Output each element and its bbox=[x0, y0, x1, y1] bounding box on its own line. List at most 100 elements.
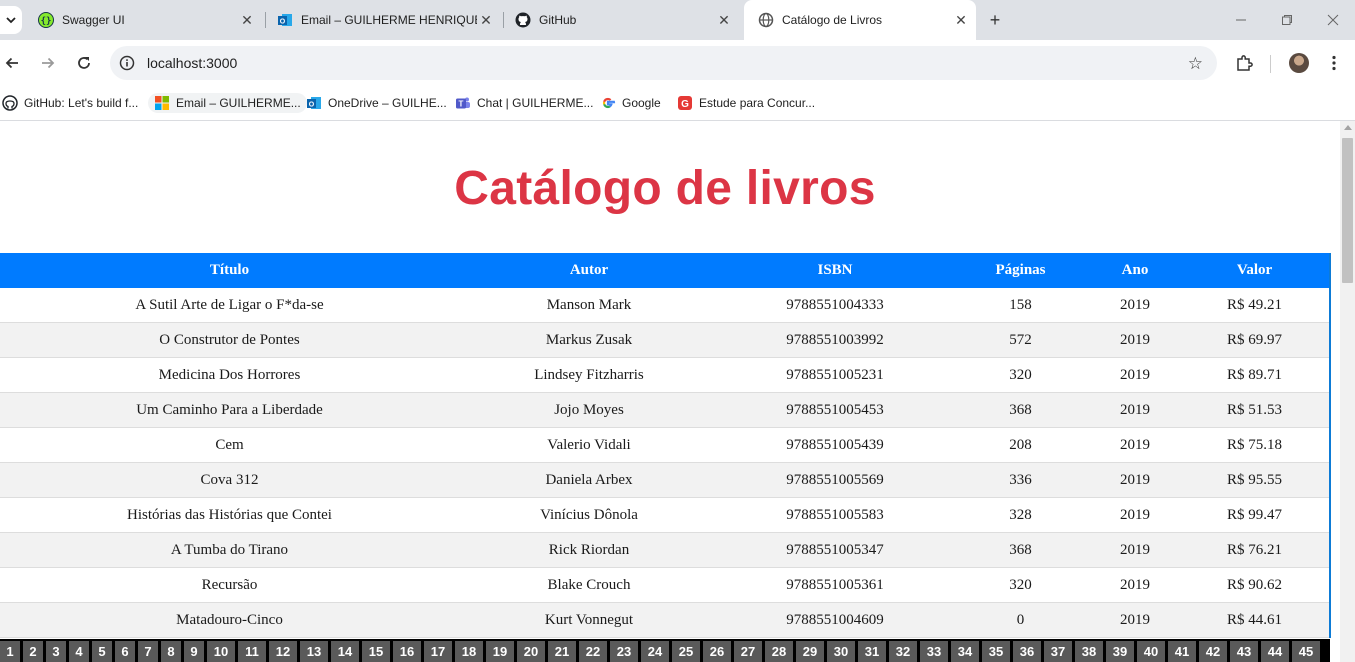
close-icon[interactable]: ✕ bbox=[952, 11, 970, 29]
reload-button[interactable] bbox=[72, 51, 96, 75]
page-button[interactable]: 12 bbox=[269, 639, 300, 662]
page-button[interactable]: 27 bbox=[734, 639, 765, 662]
page-button[interactable]: 34 bbox=[951, 639, 982, 662]
close-icon[interactable]: ✕ bbox=[238, 11, 256, 29]
bookmark-google[interactable]: Google bbox=[600, 93, 661, 113]
minimize-icon bbox=[1236, 19, 1246, 21]
page-button[interactable]: 9 bbox=[184, 639, 207, 662]
url-text[interactable]: localhost:3000 bbox=[147, 55, 237, 71]
page-button[interactable]: 38 bbox=[1075, 639, 1106, 662]
reload-icon bbox=[78, 57, 90, 69]
bookmarks-bar: GitHub: Let's build f... Email – GUILHER… bbox=[0, 85, 1355, 121]
cell-paginas: 328 bbox=[951, 497, 1090, 533]
minimize-button[interactable] bbox=[1231, 10, 1251, 30]
tab-search-button[interactable] bbox=[0, 6, 22, 34]
page-button[interactable]: 29 bbox=[796, 639, 827, 662]
page-button[interactable]: 42 bbox=[1199, 639, 1230, 662]
bookmark-chat[interactable]: T Chat | GUILHERME... bbox=[455, 93, 593, 113]
tab-github[interactable]: GitHub ✕ bbox=[501, 6, 739, 34]
toolbar-divider bbox=[1270, 55, 1271, 73]
page-button[interactable]: 5 bbox=[92, 639, 115, 662]
page-button[interactable]: 30 bbox=[827, 639, 858, 662]
forward-button[interactable] bbox=[36, 51, 60, 75]
bookmark-onedrive[interactable]: O OneDrive – GUILHE... bbox=[306, 93, 447, 113]
table-row: A Tumba do Tirano Rick Riordan 978855100… bbox=[0, 532, 1330, 568]
restore-icon bbox=[1282, 15, 1292, 25]
info-icon[interactable] bbox=[119, 55, 135, 71]
page-button[interactable]: 41 bbox=[1168, 639, 1199, 662]
page-button[interactable]: 2 bbox=[23, 639, 46, 662]
tab-catalogo[interactable]: Catálogo de Livros ✕ bbox=[744, 0, 976, 40]
cell-ano: 2019 bbox=[1090, 427, 1180, 463]
scroll-up-arrow[interactable] bbox=[1344, 125, 1352, 130]
page-title: Catálogo de livros bbox=[454, 162, 876, 215]
page-button[interactable]: 24 bbox=[641, 639, 672, 662]
page-button[interactable]: 40 bbox=[1137, 639, 1168, 662]
close-icon[interactable]: ✕ bbox=[715, 11, 733, 29]
tab-swagger[interactable]: {} Swagger UI ✕ bbox=[24, 6, 262, 34]
page-button[interactable]: 15 bbox=[362, 639, 393, 662]
cell-isbn: 9788551005453 bbox=[719, 392, 951, 428]
page-button[interactable]: 39 bbox=[1106, 639, 1137, 662]
close-icon[interactable]: ✕ bbox=[477, 11, 495, 29]
page-button[interactable]: 28 bbox=[765, 639, 796, 662]
page-button[interactable]: 43 bbox=[1230, 639, 1261, 662]
page-button[interactable]: 14 bbox=[331, 639, 362, 662]
table-row: Medicina Dos Horrores Lindsey Fitzharris… bbox=[0, 357, 1330, 393]
github-icon bbox=[2, 95, 18, 111]
page-button[interactable]: 33 bbox=[920, 639, 951, 662]
tab-email[interactable]: O Email – GUILHERME HENRIQUE ✕ bbox=[263, 6, 501, 34]
profile-avatar[interactable] bbox=[1289, 53, 1309, 73]
extensions-button[interactable] bbox=[1233, 52, 1255, 74]
scrollbar-thumb[interactable] bbox=[1342, 138, 1353, 283]
puzzle-icon bbox=[1237, 55, 1253, 71]
bookmark-github[interactable]: GitHub: Let's build f... bbox=[2, 93, 138, 113]
page-button[interactable]: 17 bbox=[424, 639, 455, 662]
bookmark-star-icon[interactable]: ☆ bbox=[1188, 54, 1203, 74]
page-button[interactable]: 4 bbox=[69, 639, 92, 662]
page-button[interactable]: 44 bbox=[1261, 639, 1292, 662]
page-button[interactable]: 3 bbox=[46, 639, 69, 662]
table-header-row: Título Autor ISBN Páginas Ano Valor bbox=[0, 253, 1330, 288]
cell-valor: R$ 95.55 bbox=[1180, 462, 1330, 498]
page-button[interactable]: 45 bbox=[1292, 639, 1323, 662]
table-row: Um Caminho Para a Liberdade Jojo Moyes 9… bbox=[0, 392, 1330, 428]
page-button[interactable]: 20 bbox=[517, 639, 548, 662]
column-header-titulo: Título bbox=[0, 253, 459, 288]
page-button[interactable]: 13 bbox=[300, 639, 331, 662]
page-button[interactable]: 26 bbox=[703, 639, 734, 662]
page-button[interactable]: 7 bbox=[138, 639, 161, 662]
close-window-button[interactable] bbox=[1323, 10, 1343, 30]
page-button[interactable]: 31 bbox=[858, 639, 889, 662]
page-button[interactable]: 11 bbox=[238, 639, 269, 662]
page-button[interactable]: 1 bbox=[0, 639, 23, 662]
tab-title: GitHub bbox=[539, 13, 577, 27]
address-bar[interactable]: localhost:3000 ☆ bbox=[110, 46, 1217, 80]
close-icon bbox=[1327, 14, 1339, 26]
cell-isbn: 9788551004609 bbox=[719, 602, 951, 638]
page-button[interactable]: 25 bbox=[672, 639, 703, 662]
table-row: Recursão Blake Crouch 9788551005361 320 … bbox=[0, 567, 1330, 603]
page-button[interactable]: 23 bbox=[610, 639, 641, 662]
page-button[interactable]: 19 bbox=[486, 639, 517, 662]
page-button[interactable]: 10 bbox=[207, 639, 238, 662]
tab-title: Swagger UI bbox=[62, 13, 125, 27]
back-button[interactable] bbox=[0, 51, 24, 75]
page-button[interactable]: 16 bbox=[393, 639, 424, 662]
page-button[interactable]: 22 bbox=[579, 639, 610, 662]
cell-valor: R$ 44.61 bbox=[1180, 602, 1330, 638]
new-tab-button[interactable]: + bbox=[985, 10, 1005, 30]
vertical-scrollbar[interactable] bbox=[1340, 121, 1355, 662]
bookmark-email[interactable]: Email – GUILHERME... bbox=[148, 93, 307, 113]
page-button[interactable]: 21 bbox=[548, 639, 579, 662]
page-button[interactable]: 36 bbox=[1013, 639, 1044, 662]
page-button[interactable]: 18 bbox=[455, 639, 486, 662]
page-button[interactable]: 35 bbox=[982, 639, 1013, 662]
page-button[interactable]: 8 bbox=[161, 639, 184, 662]
page-button[interactable]: 6 bbox=[115, 639, 138, 662]
restore-button[interactable] bbox=[1277, 10, 1297, 30]
menu-button[interactable] bbox=[1323, 52, 1345, 74]
page-button[interactable]: 37 bbox=[1044, 639, 1075, 662]
page-button[interactable]: 32 bbox=[889, 639, 920, 662]
bookmark-estude[interactable]: G Estude para Concur... bbox=[677, 93, 815, 113]
